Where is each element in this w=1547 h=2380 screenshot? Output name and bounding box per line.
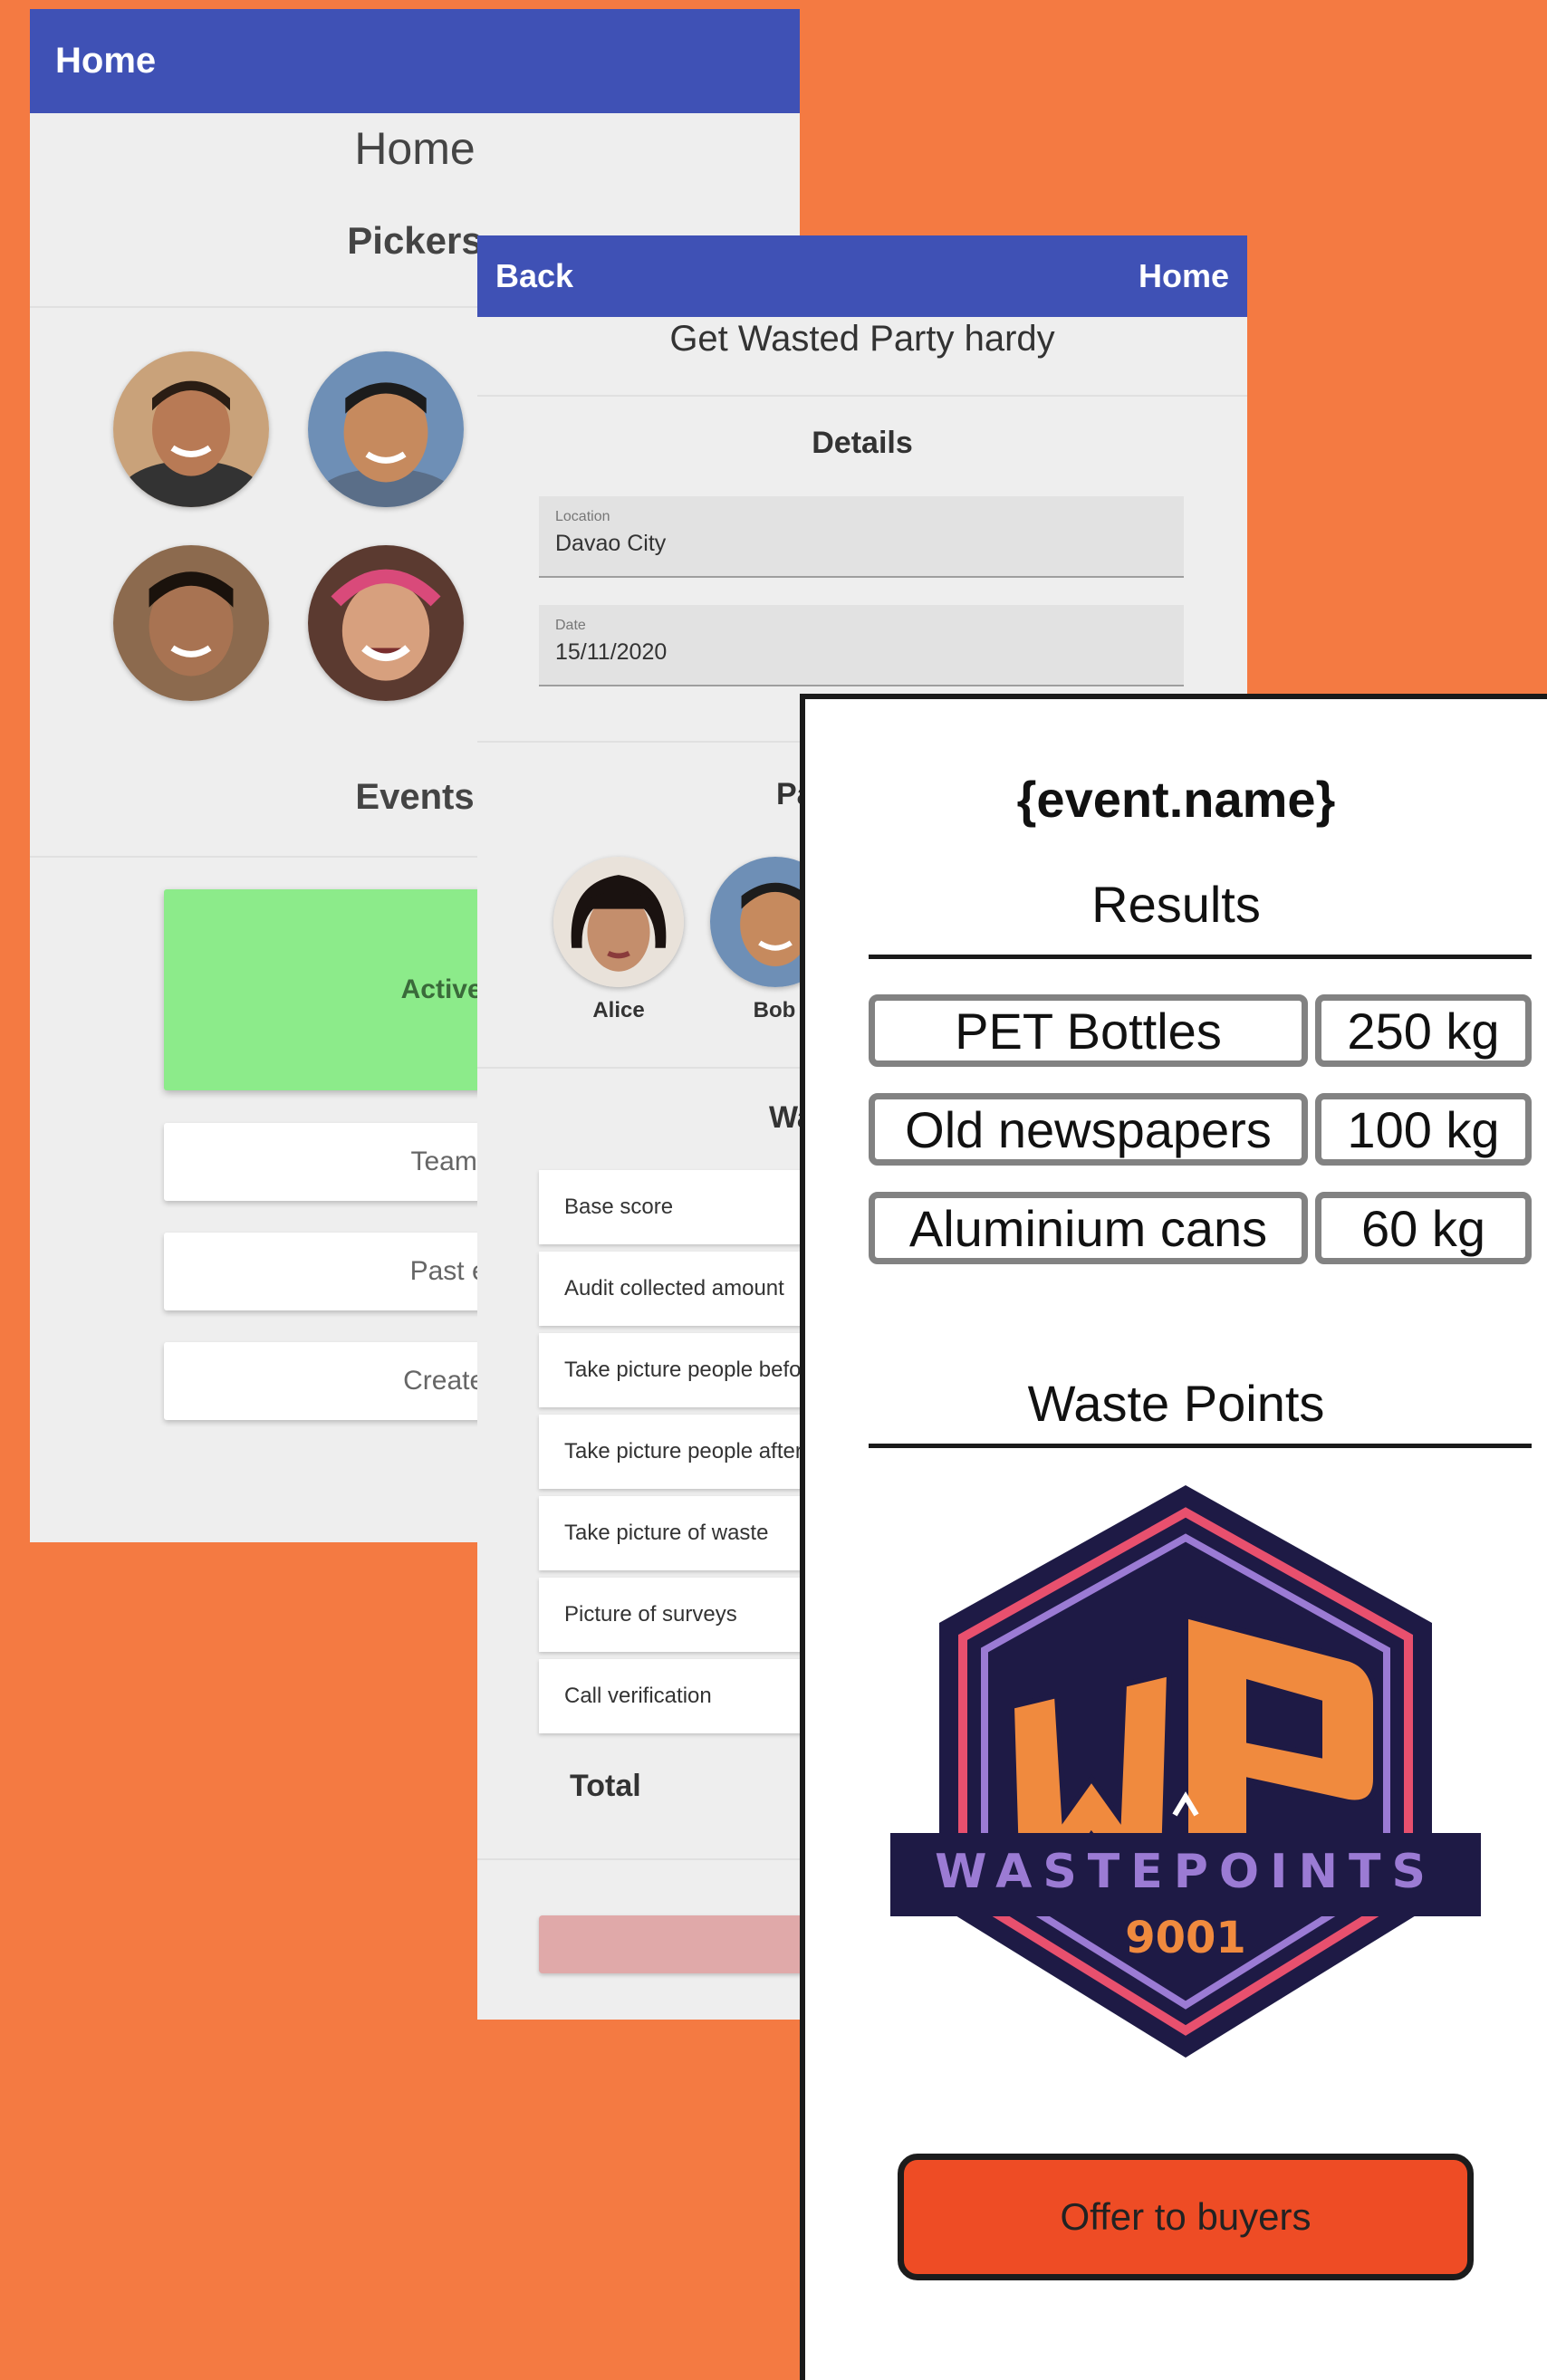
appbar-title: Home	[55, 41, 157, 81]
home-button[interactable]: Home	[1139, 257, 1229, 295]
date-value: 15/11/2020	[555, 639, 668, 665]
home-appbar: Home	[30, 9, 800, 113]
event-appbar: Back Home	[477, 235, 1247, 317]
results-rule	[869, 955, 1532, 959]
divider	[477, 395, 1247, 397]
back-button[interactable]: Back	[495, 257, 573, 295]
event-title: Get Wasted Party hardy	[669, 319, 1055, 359]
material-cell: Aluminium cans	[869, 1192, 1308, 1264]
picker-avatar[interactable]	[113, 545, 269, 701]
picker-avatar[interactable]	[113, 351, 269, 507]
amount-cell: 250 kg	[1315, 994, 1532, 1067]
participant-avatar[interactable]	[553, 857, 684, 987]
logo-number-text: 9001	[1125, 1913, 1246, 1963]
waste-points-rule	[869, 1444, 1532, 1448]
participant-name: Alice	[592, 998, 645, 1022]
amount-cell: 100 kg	[1315, 1093, 1532, 1166]
material-cell: PET Bottles	[869, 994, 1308, 1067]
amount-cell: 60 kg	[1315, 1192, 1532, 1264]
material-cell: Old newspapers	[869, 1093, 1308, 1166]
location-field[interactable]: Location Davao City	[539, 496, 1184, 578]
results-heading: Results	[1091, 876, 1261, 933]
offer-button-label: Offer to buyers	[1060, 2195, 1312, 2238]
results-screen: {event.name} Results PET Bottles 250 kg …	[800, 694, 1547, 2380]
total-label: Total	[570, 1769, 641, 1803]
location-label: Location	[555, 509, 610, 524]
details-heading: Details	[812, 426, 913, 460]
waste-points-heading: Waste Points	[1027, 1375, 1325, 1432]
wastepoints-logo-icon: WASTEPOINTS 9001	[890, 1485, 1481, 2058]
picker-avatar[interactable]	[308, 351, 464, 507]
page-title: Home	[354, 123, 476, 174]
picker-avatar[interactable]	[308, 545, 464, 701]
date-label: Date	[555, 618, 586, 633]
location-value: Davao City	[555, 531, 667, 556]
event-name: {event.name}	[1016, 771, 1336, 828]
logo-brand-text: WASTEPOINTS	[935, 1845, 1436, 1899]
date-field[interactable]: Date 15/11/2020	[539, 605, 1184, 686]
offer-to-buyers-button[interactable]: Offer to buyers	[898, 2154, 1474, 2280]
